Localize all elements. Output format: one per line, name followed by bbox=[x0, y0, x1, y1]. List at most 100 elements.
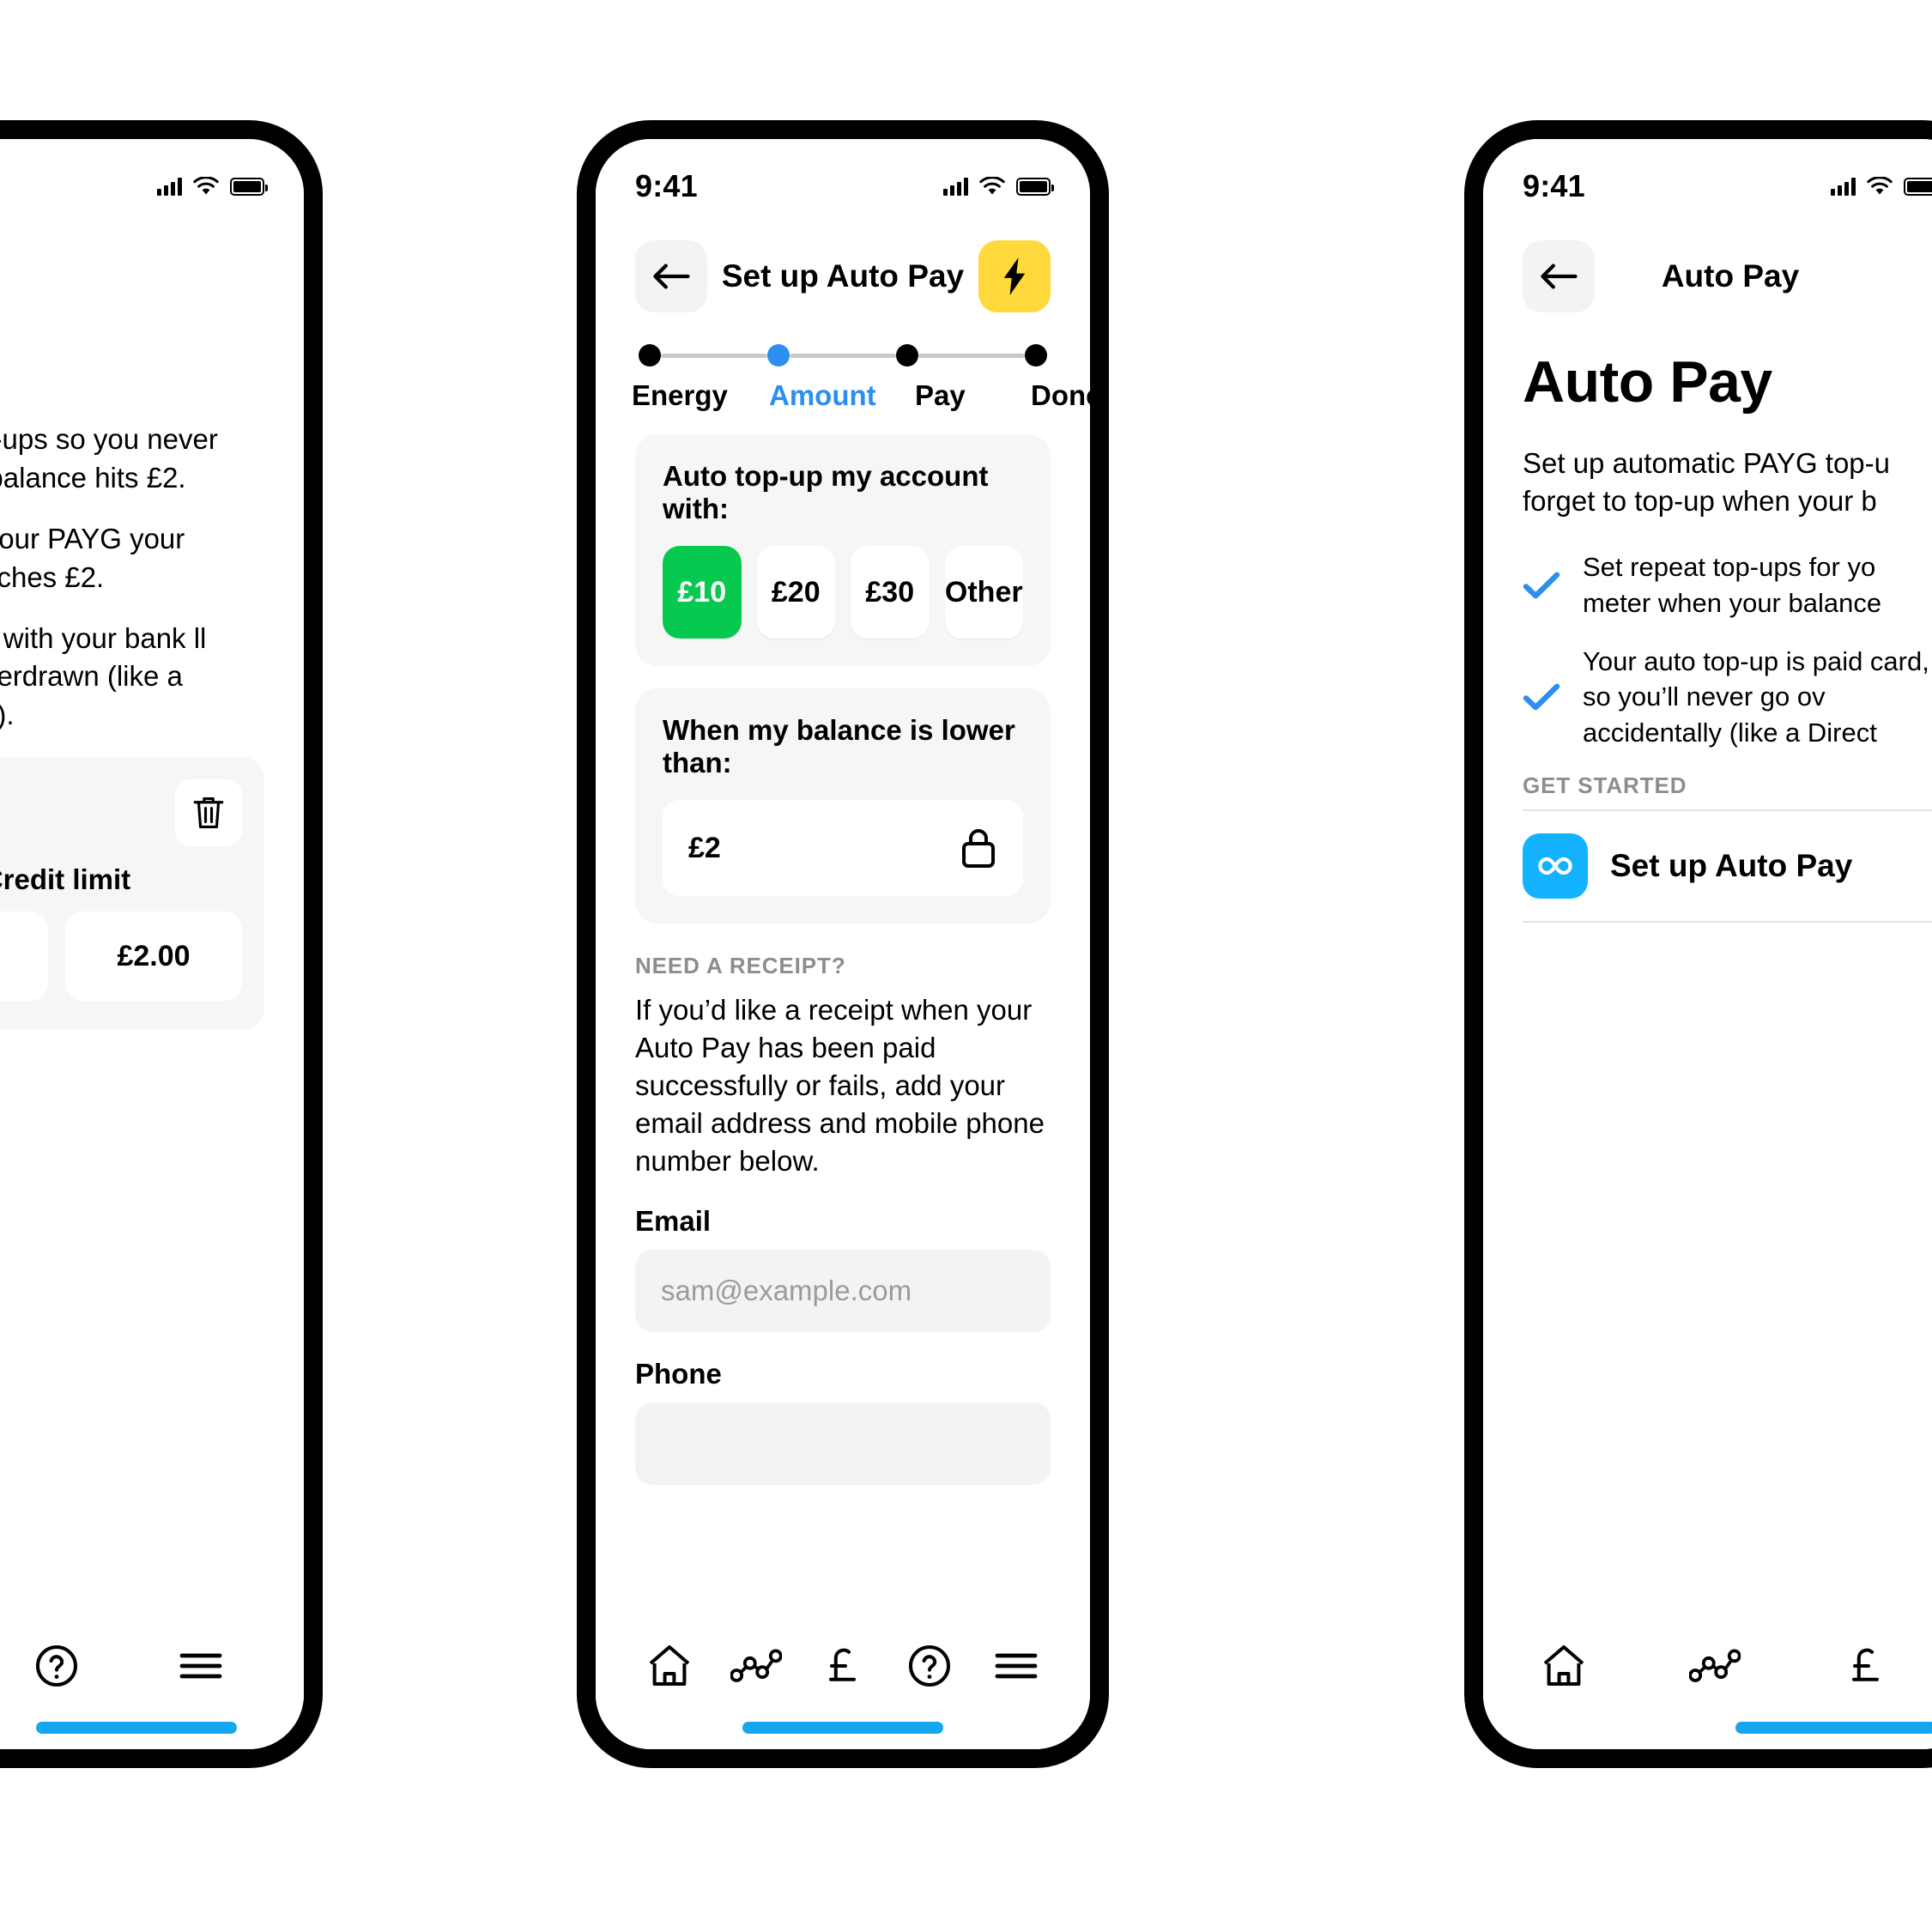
signal-bars-icon bbox=[1831, 177, 1856, 196]
balance-threshold-card: When my balance is lower than: £2 bbox=[635, 688, 1051, 924]
email-label: Email bbox=[635, 1205, 712, 1238]
back-button[interactable] bbox=[635, 240, 707, 312]
status-icons bbox=[157, 177, 268, 196]
screen-heading: Auto Pay bbox=[1523, 349, 1772, 415]
status-time: 9:41 bbox=[635, 168, 698, 203]
step-dot-pay[interactable] bbox=[896, 344, 918, 366]
receipt-eyebrow: NEED A RECEIPT? bbox=[635, 953, 846, 978]
appbar-middle: Set up Auto Pay bbox=[596, 218, 1090, 324]
home-indicator-middle bbox=[742, 1722, 943, 1734]
step-line-1 bbox=[661, 353, 767, 358]
status-bar-left bbox=[0, 139, 304, 218]
tab-help[interactable] bbox=[890, 1626, 969, 1705]
lock-icon bbox=[960, 827, 997, 869]
screenshot-canvas: Auto Pay c PAYG top-ups so you never whe… bbox=[0, 0, 1932, 1932]
left-paragraph-2: op-ups for your PAYG your balance reache… bbox=[0, 522, 185, 593]
topup-amount-card: Auto top-up my account with: £10 £20 £30… bbox=[635, 434, 1051, 666]
step-line-3 bbox=[918, 353, 1025, 358]
status-bar-right: 9:41 bbox=[1483, 139, 1932, 218]
tab-pay[interactable] bbox=[1826, 1626, 1905, 1705]
lightning-bolt-icon bbox=[1002, 257, 1027, 295]
phone-middle: 9:41 Set up Auto Pay Energy Amount Pay D… bbox=[577, 120, 1109, 1768]
quick-action-button[interactable] bbox=[978, 240, 1051, 312]
phone-right-screen: 9:41 Auto Pay Auto Pay Set up automatic … bbox=[1483, 139, 1932, 1749]
battery-icon bbox=[230, 177, 268, 196]
tab-home[interactable] bbox=[630, 1626, 709, 1705]
credit-limit-box-prev[interactable] bbox=[0, 911, 48, 1002]
balance-threshold-value: £2 bbox=[688, 831, 721, 864]
delete-button[interactable] bbox=[175, 779, 242, 847]
step-label-amount: Amount bbox=[769, 379, 876, 411]
amount-option-10[interactable]: £10 bbox=[663, 546, 742, 639]
credit-limit-label: Credit limit bbox=[0, 863, 131, 896]
credit-limit-card: Credit limit £2.00 bbox=[0, 757, 264, 1031]
receipt-body: If you’d like a receipt when your Auto P… bbox=[635, 994, 1045, 1177]
battery-icon bbox=[1016, 177, 1054, 196]
back-button[interactable] bbox=[1523, 240, 1595, 312]
balance-threshold-field: £2 bbox=[663, 800, 1023, 896]
credit-limit-row: £2.00 bbox=[0, 911, 242, 1002]
topup-amount-title: Auto top-up my account with: bbox=[663, 460, 989, 524]
infinity-icon bbox=[1523, 833, 1588, 899]
signal-bars-icon bbox=[943, 177, 968, 196]
step-label-pay: Pay bbox=[915, 379, 966, 411]
email-input[interactable]: sam@example.com bbox=[635, 1250, 1051, 1333]
benefit-text: Your auto top-up is paid card, so you’ll… bbox=[1583, 645, 1929, 748]
list-item-label: Set up Auto Pay bbox=[1610, 848, 1853, 884]
step-label-done: Done bbox=[1031, 379, 1090, 411]
phone-input[interactable] bbox=[635, 1402, 1051, 1486]
tab-menu[interactable] bbox=[977, 1626, 1056, 1705]
check-icon bbox=[1523, 571, 1560, 600]
list-divider-bottom bbox=[1523, 921, 1932, 924]
home-indicator-left bbox=[36, 1722, 237, 1734]
step-label-energy: Energy bbox=[632, 379, 728, 411]
list-item[interactable]: Set up Auto Pay bbox=[1483, 811, 1932, 921]
amount-option-20[interactable]: £20 bbox=[756, 546, 835, 639]
phone-left: Auto Pay c PAYG top-ups so you never whe… bbox=[0, 120, 323, 1768]
balance-threshold-title: When my balance is lower than: bbox=[663, 714, 1015, 778]
step-dot-energy[interactable] bbox=[639, 344, 661, 366]
get-started-heading: GET STARTED bbox=[1523, 772, 1687, 799]
intro-copy: Set up automatic PAYG top-u forget to to… bbox=[1523, 447, 1891, 518]
arrow-left-icon bbox=[651, 262, 691, 291]
battery-icon bbox=[1904, 177, 1932, 196]
phone-left-screen: Auto Pay c PAYG top-ups so you never whe… bbox=[0, 139, 304, 1749]
tab-pay[interactable] bbox=[803, 1626, 882, 1705]
amount-options: £10 £20 £30 Other bbox=[663, 546, 1023, 639]
amount-option-30[interactable]: £30 bbox=[851, 546, 930, 639]
phone-label: Phone bbox=[635, 1358, 722, 1390]
credit-limit-value[interactable]: £2.00 bbox=[65, 911, 242, 1002]
status-icons bbox=[943, 177, 1054, 196]
signal-bars-icon bbox=[157, 177, 182, 196]
status-icons bbox=[1831, 177, 1932, 196]
step-dot-done[interactable] bbox=[1025, 344, 1047, 366]
left-paragraph-3: p-up is paid with your bank ll never go … bbox=[0, 621, 207, 731]
wifi-icon bbox=[979, 177, 1005, 196]
status-time: 9:41 bbox=[1523, 168, 1585, 203]
tab-usage[interactable] bbox=[1675, 1626, 1754, 1705]
step-line-2 bbox=[790, 353, 896, 358]
check-icon bbox=[1523, 682, 1560, 712]
wifi-icon bbox=[193, 177, 219, 196]
progress-stepper: Energy Amount Pay Done bbox=[596, 324, 1090, 412]
stepper-track bbox=[635, 343, 1051, 367]
appbar-left: Auto Pay bbox=[0, 218, 304, 324]
phone-middle-screen: 9:41 Set up Auto Pay Energy Amount Pay D… bbox=[596, 139, 1090, 1749]
tab-menu[interactable] bbox=[161, 1626, 240, 1705]
status-bar-middle: 9:41 bbox=[596, 139, 1090, 218]
amount-option-other[interactable]: Other bbox=[944, 546, 1023, 639]
tab-home[interactable] bbox=[1524, 1626, 1603, 1705]
left-paragraph-1: c PAYG top-ups so you never when your ba… bbox=[0, 423, 218, 494]
benefit-row: Your auto top-up is paid card, so you’ll… bbox=[1523, 644, 1932, 751]
benefit-text: Set repeat top-ups for yo meter when you… bbox=[1583, 552, 1882, 618]
appbar-right: Auto Pay bbox=[1483, 218, 1932, 324]
home-indicator-right bbox=[1735, 1722, 1932, 1734]
phone-right: 9:41 Auto Pay Auto Pay Set up automatic … bbox=[1464, 120, 1932, 1768]
step-dot-amount[interactable] bbox=[767, 344, 790, 366]
benefit-row: Set repeat top-ups for yo meter when you… bbox=[1523, 549, 1932, 621]
tab-usage[interactable] bbox=[717, 1626, 796, 1705]
trash-icon bbox=[191, 793, 227, 833]
wifi-icon bbox=[1867, 177, 1893, 196]
arrow-left-icon bbox=[1539, 262, 1578, 291]
tab-help[interactable] bbox=[17, 1626, 96, 1705]
